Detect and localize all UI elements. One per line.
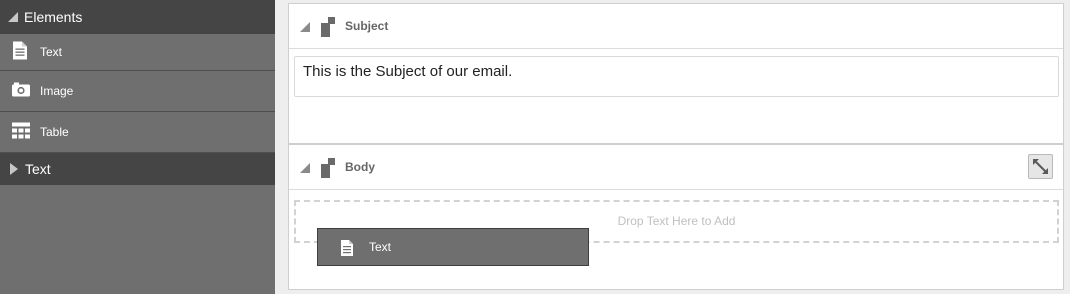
elements-sidebar: Elements Text Image Table Text [0,0,275,294]
subject-panel: Subject This is the Subject of our email… [288,3,1064,144]
body-panel-header: Body [289,145,1063,190]
expand-arrows-icon [1033,159,1048,174]
expand-triangle-icon [10,163,18,175]
block-icon [320,158,336,184]
collapse-triangle-icon[interactable] [300,163,310,173]
sidebar-item-label: Table [40,125,69,139]
table-icon [11,122,31,143]
block-icon [320,17,336,43]
collapse-triangle-icon [8,12,18,22]
sidebar-item-label: Image [40,84,74,98]
body-panel: Body Drop Text Here to Add Text [288,144,1064,290]
dragging-text-element[interactable]: Text [317,228,589,266]
elements-section-header[interactable]: Elements [0,0,275,34]
document-icon [339,239,355,260]
subject-panel-header: Subject [289,4,1063,49]
sidebar-item-label: Text [40,45,63,59]
sidebar-item-table[interactable]: Table [0,112,275,153]
subject-input[interactable]: This is the Subject of our email. [294,56,1059,97]
subject-title: Subject [345,19,389,33]
text-section-header[interactable]: Text [0,153,275,185]
email-canvas: Subject This is the Subject of our email… [275,0,1070,294]
expand-button[interactable] [1028,154,1053,179]
sidebar-item-text[interactable]: Text [0,34,275,71]
elements-section-label: Elements [24,9,83,25]
text-section-label: Text [25,161,51,177]
collapse-triangle-icon[interactable] [300,22,310,32]
camera-icon [11,82,31,101]
body-title: Body [345,160,375,174]
drop-hint: Drop Text Here to Add [617,214,736,228]
document-icon [11,41,29,64]
sidebar-item-image[interactable]: Image [0,71,275,112]
dragging-item-label: Text [369,240,392,254]
